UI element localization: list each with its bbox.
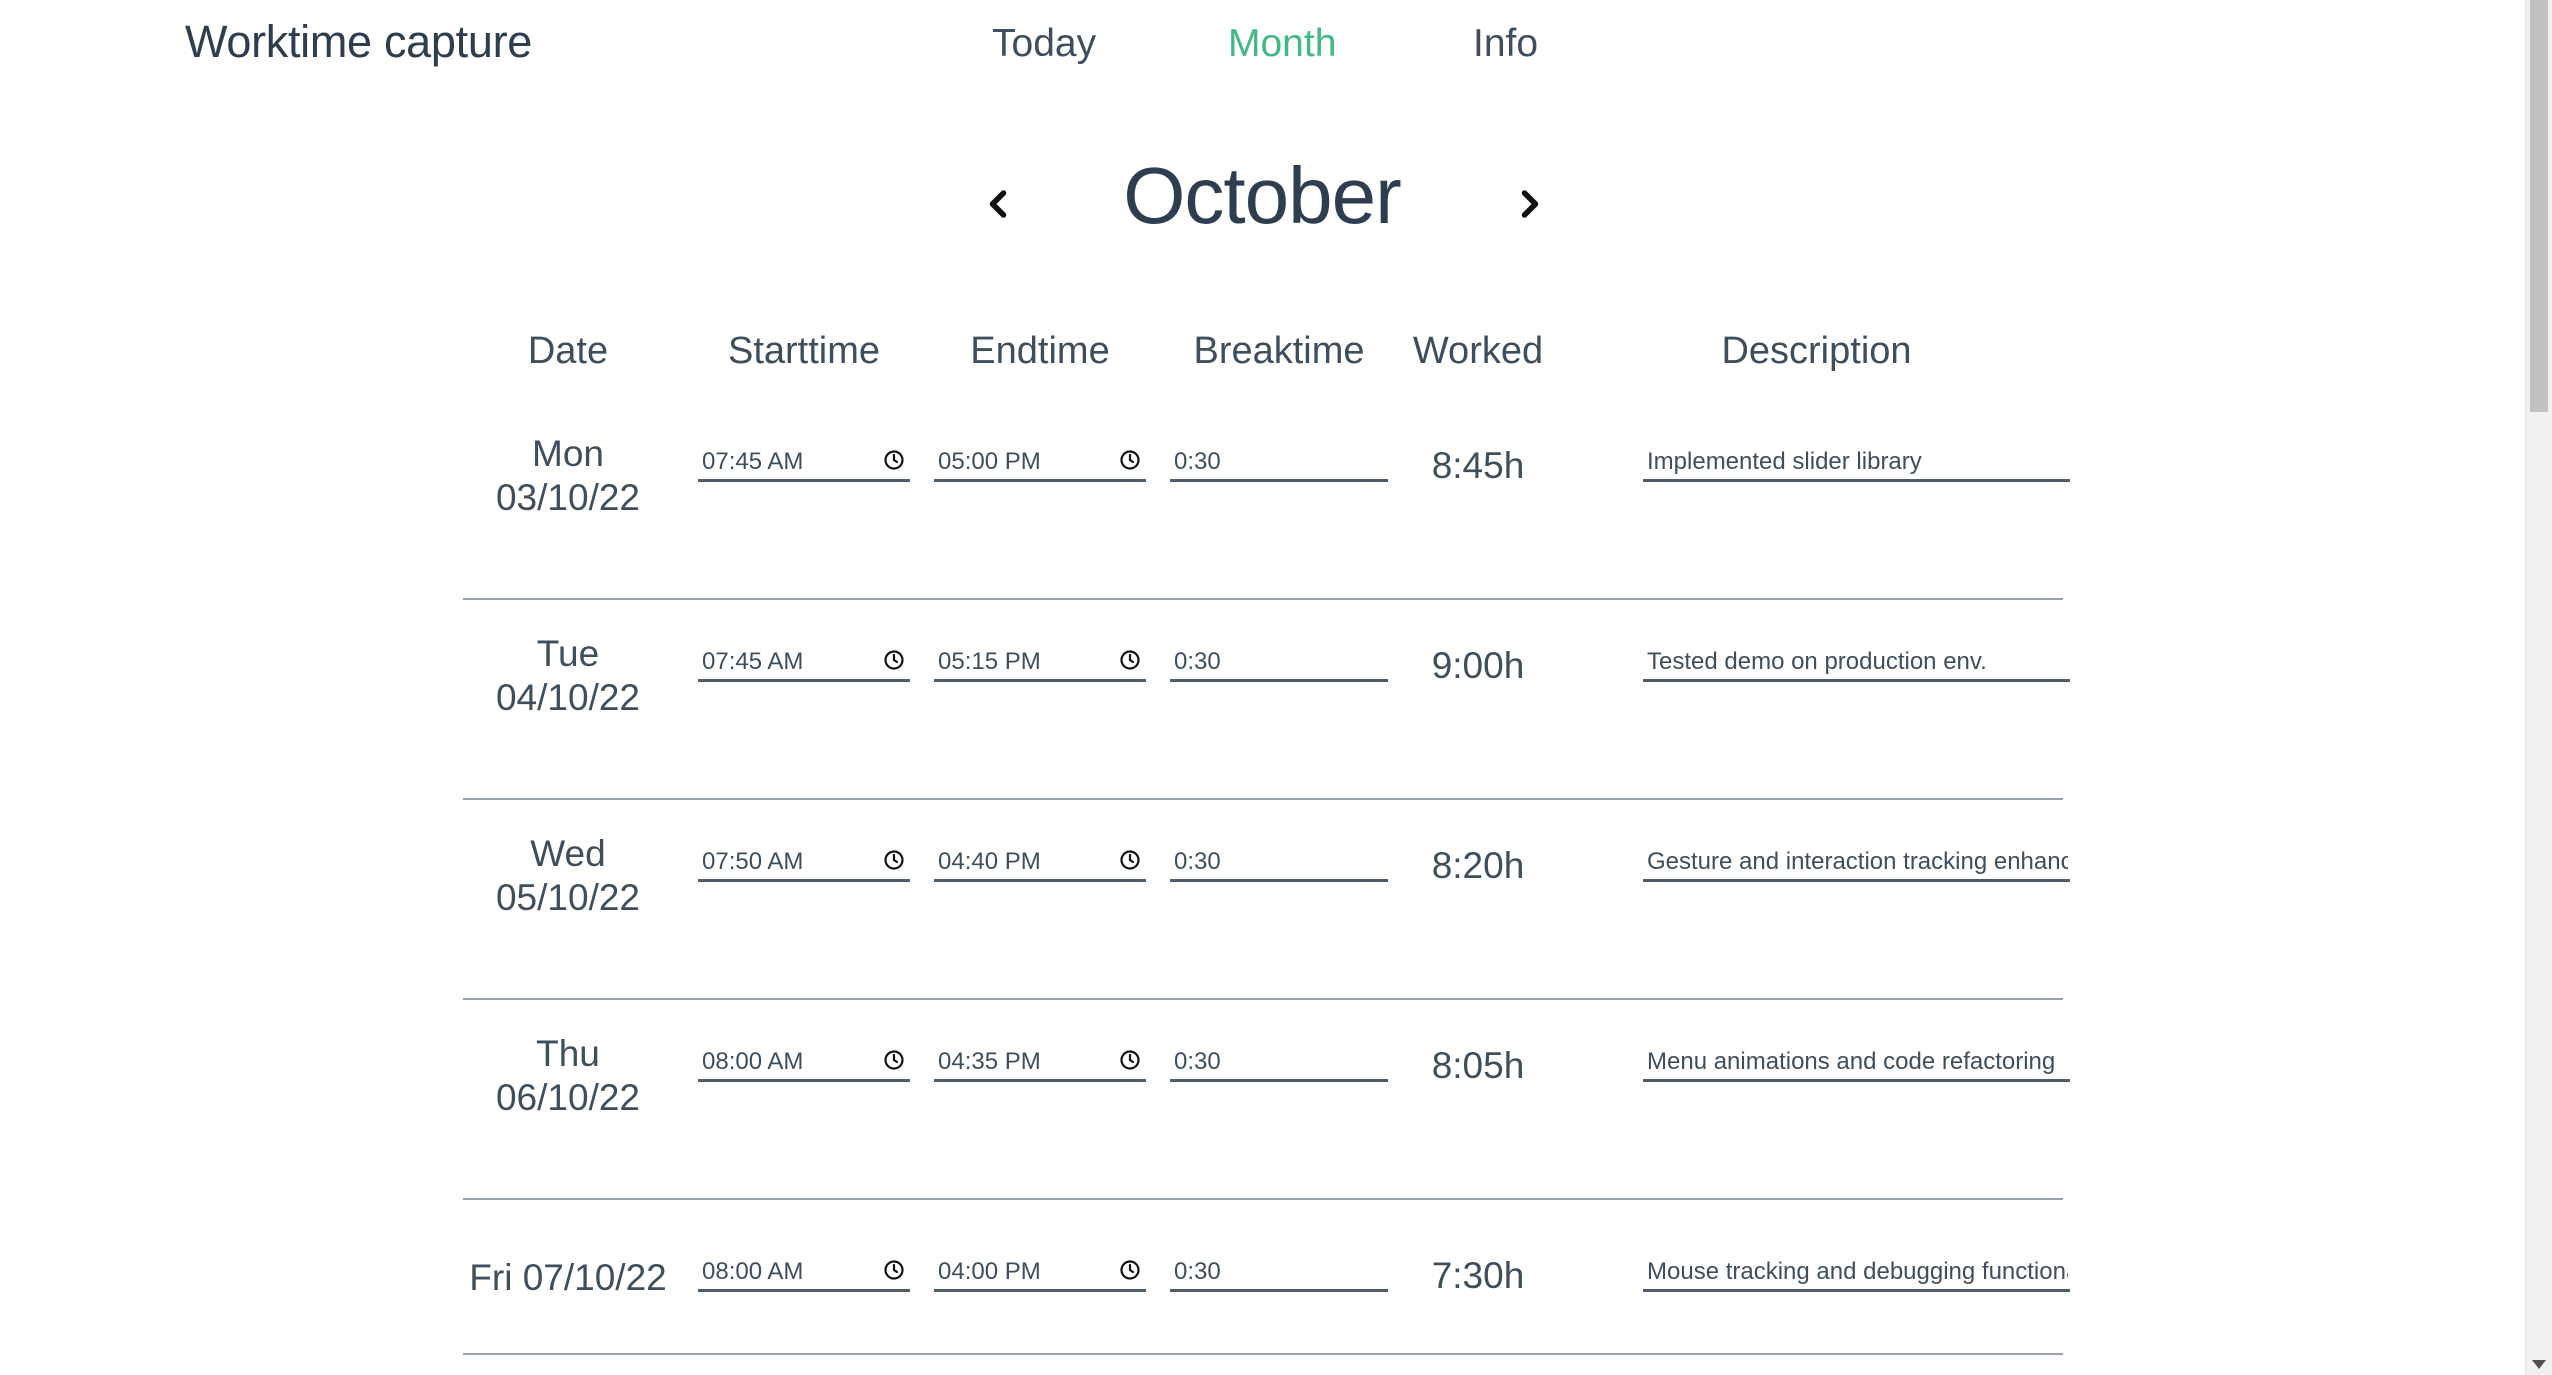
description-value: Tested demo on production env. (1647, 648, 1987, 675)
starttime-value: 08:00 AM (702, 1258, 804, 1285)
clock-icon[interactable] (882, 848, 906, 872)
breaktime-value: 0:30 (1174, 448, 1221, 475)
scrollbar-thumb[interactable] (2530, 0, 2548, 412)
header-description: Description (1721, 330, 1912, 372)
table-row: Mon 03/10/22 07:45 AM 05:00 PM 0:30 8:45h Impl… (463, 400, 2070, 600)
clock-icon[interactable] (882, 448, 906, 472)
breaktime-value: 0:30 (1174, 848, 1221, 875)
next-month-button[interactable] (1508, 182, 1552, 226)
month-table: Date Starttime Endtime Breaktime Worked … (463, 320, 2070, 1355)
clock-icon[interactable] (882, 1048, 906, 1072)
row-day: Thu (536, 1033, 600, 1074)
starttime-input[interactable]: 08:00 AM (698, 1254, 910, 1292)
row-date-value: 05/10/22 (495, 877, 641, 918)
endtime-value: 04:00 PM (938, 1258, 1041, 1285)
clock-icon[interactable] (882, 1258, 906, 1282)
main-nav: Today Month Info (0, 22, 2552, 82)
clock-icon[interactable] (1118, 1048, 1142, 1072)
breaktime-value: 0:30 (1174, 648, 1221, 675)
breaktime-input[interactable]: 0:30 (1170, 1044, 1388, 1082)
clock-icon[interactable] (1118, 848, 1142, 872)
worked-hours: 7:30h (1431, 1255, 1525, 1296)
endtime-input[interactable]: 05:00 PM (934, 444, 1146, 482)
starttime-value: 07:50 AM (702, 848, 804, 875)
description-value: Gesture and interaction tracking enhance (1647, 848, 2068, 875)
row-day: Fri (469, 1257, 513, 1298)
starttime-input[interactable]: 07:45 AM (698, 644, 910, 682)
row-date: Thu 06/10/22 (463, 1032, 673, 1120)
page: Worktime capture Today Month Info Octobe… (0, 0, 2552, 1375)
row-day: Wed (530, 833, 606, 874)
row-date-value: 03/10/22 (495, 477, 641, 518)
row-date: Tue 04/10/22 (463, 632, 673, 720)
worked-hours: 8:45h (1431, 445, 1525, 486)
header-worked: Worked (1412, 330, 1544, 372)
scroll-down-arrow-icon[interactable] (2532, 1360, 2546, 1369)
row-date-value: 06/10/22 (495, 1077, 641, 1118)
table-row: Thu 06/10/22 08:00 AM 04:35 PM 0:30 8:05h Menu… (463, 1000, 2070, 1200)
table-header: Date Starttime Endtime Breaktime Worked … (463, 320, 2063, 400)
table-row: Tue 04/10/22 07:45 AM 05:15 PM 0:30 9:00h Test… (463, 600, 2070, 800)
clock-icon[interactable] (1118, 448, 1142, 472)
endtime-value: 04:35 PM (938, 1048, 1041, 1075)
breaktime-value: 0:30 (1174, 1048, 1221, 1075)
header-starttime: Starttime (727, 330, 881, 372)
row-date: Mon 03/10/22 (463, 432, 673, 520)
clock-icon[interactable] (1118, 1258, 1142, 1282)
header-breaktime: Breaktime (1193, 330, 1365, 372)
row-day: Tue (536, 633, 600, 674)
nav-today[interactable]: Today (992, 22, 1096, 66)
description-input[interactable]: Implemented slider library (1643, 444, 2070, 482)
breaktime-input[interactable]: 0:30 (1170, 844, 1388, 882)
table-row: Wed 05/10/22 07:50 AM 04:40 PM 0:30 8:20h Gest… (463, 800, 2070, 1000)
breaktime-input[interactable]: 0:30 (1170, 1254, 1388, 1292)
table-row: Fri 07/10/22 08:00 AM 04:00 PM 0:30 7:30h Mou… (463, 1200, 2070, 1355)
row-date-value: 04/10/22 (495, 677, 641, 718)
chevron-left-icon (989, 190, 1007, 218)
description-input[interactable]: Mouse tracking and debugging functional (1643, 1254, 2070, 1292)
description-input[interactable]: Gesture and interaction tracking enhance (1643, 844, 2070, 882)
worked-hours: 8:05h (1431, 1045, 1525, 1086)
prev-month-button[interactable] (976, 182, 1020, 226)
starttime-input[interactable]: 07:45 AM (698, 444, 910, 482)
description-input[interactable]: Tested demo on production env. (1643, 644, 2070, 682)
row-date: Fri 07/10/22 (463, 1256, 673, 1300)
clock-icon[interactable] (1118, 648, 1142, 672)
nav-info[interactable]: Info (1473, 22, 1538, 66)
breaktime-input[interactable]: 0:30 (1170, 644, 1388, 682)
starttime-input[interactable]: 07:50 AM (698, 844, 910, 882)
row-date: Wed 05/10/22 (463, 832, 673, 920)
month-title: October (1123, 151, 1402, 240)
row-date-value: 07/10/22 (522, 1257, 667, 1298)
month-switcher: October (0, 150, 2552, 260)
starttime-value: 07:45 AM (702, 448, 804, 475)
breaktime-input[interactable]: 0:30 (1170, 444, 1388, 482)
table-body: Mon 03/10/22 07:45 AM 05:00 PM 0:30 8:45h Impl… (463, 400, 2070, 1355)
starttime-value: 08:00 AM (702, 1048, 804, 1075)
vertical-scrollbar[interactable] (2525, 0, 2552, 1375)
starttime-input[interactable]: 08:00 AM (698, 1044, 910, 1082)
header-date: Date (527, 330, 609, 372)
endtime-input[interactable]: 04:00 PM (934, 1254, 1146, 1292)
endtime-input[interactable]: 04:40 PM (934, 844, 1146, 882)
description-value: Menu animations and code refactoring (1647, 1048, 2056, 1075)
starttime-value: 07:45 AM (702, 648, 804, 675)
worked-hours: 8:20h (1431, 845, 1525, 886)
endtime-input[interactable]: 05:15 PM (934, 644, 1146, 682)
endtime-input[interactable]: 04:35 PM (934, 1044, 1146, 1082)
chevron-right-icon (1521, 190, 1539, 218)
description-input[interactable]: Menu animations and code refactoring (1643, 1044, 2070, 1082)
endtime-value: 05:00 PM (938, 448, 1041, 475)
header-endtime: Endtime (970, 330, 1110, 372)
nav-month[interactable]: Month (1228, 22, 1336, 66)
row-day: Mon (532, 433, 604, 474)
endtime-value: 04:40 PM (938, 848, 1041, 875)
description-value: Mouse tracking and debugging functional (1647, 1258, 2068, 1285)
clock-icon[interactable] (882, 648, 906, 672)
description-value: Implemented slider library (1647, 448, 1922, 475)
endtime-value: 05:15 PM (938, 648, 1041, 675)
worked-hours: 9:00h (1431, 645, 1525, 686)
breaktime-value: 0:30 (1174, 1258, 1221, 1285)
